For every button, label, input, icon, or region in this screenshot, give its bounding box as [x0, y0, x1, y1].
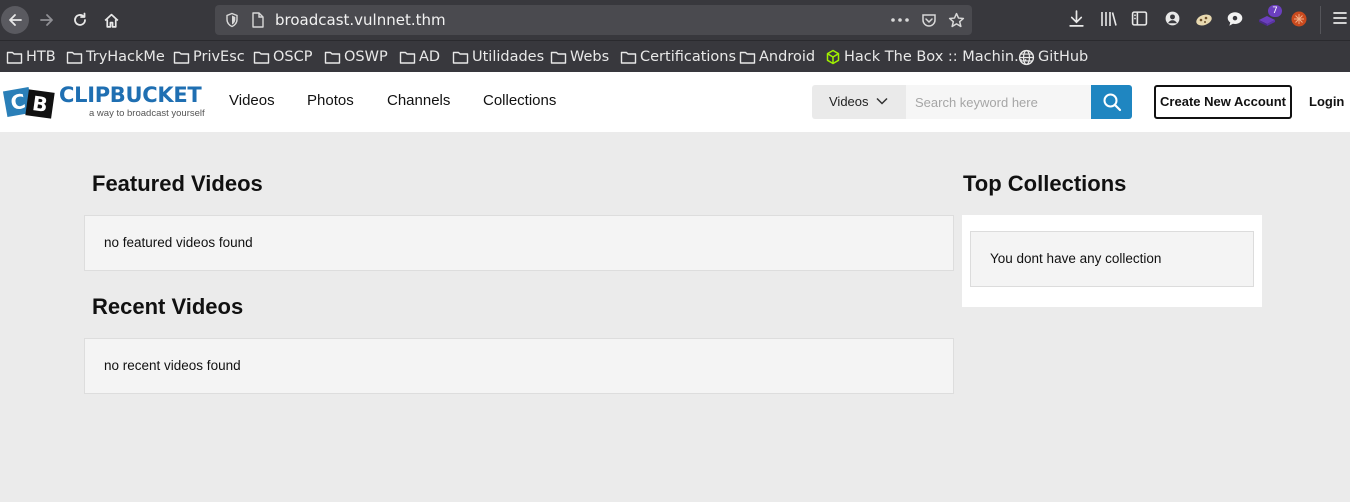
- folder-icon: [739, 51, 756, 64]
- extension-badge: 7: [1268, 5, 1282, 17]
- folder-icon: [66, 51, 83, 64]
- bookmark-folder-privesc[interactable]: PrivEsc: [173, 47, 245, 67]
- folder-icon: [452, 51, 469, 64]
- hackthebox-cube-icon: [826, 49, 840, 65]
- top-collections-panel: You dont have any collection: [962, 215, 1262, 307]
- bookmark-label: GitHub: [1038, 49, 1089, 65]
- reload-icon: [74, 12, 86, 26]
- browser-toolbar: broadcast.vulnnet.thm 7: [0, 0, 1350, 40]
- bookmark-label: OSWP: [344, 49, 388, 65]
- chat-bubble-icon[interactable]: [1226, 10, 1244, 28]
- folder-icon: [6, 51, 23, 64]
- bookmark-label: OSCP: [273, 49, 313, 65]
- bookmark-star-icon[interactable]: [948, 12, 965, 29]
- bookmark-folder-oscp[interactable]: OSCP: [253, 47, 313, 67]
- site-header: C B CLIPBUCKET a way to broadcast yourse…: [0, 72, 1350, 132]
- library-icon[interactable]: [1100, 10, 1118, 28]
- search-type-dropdown[interactable]: Videos: [812, 85, 906, 119]
- sidebar-toggle-icon[interactable]: [1131, 10, 1148, 27]
- bookmark-folder-tryhackme[interactable]: TryHackMe: [66, 47, 165, 67]
- collections-empty-message: You dont have any collection: [990, 251, 1162, 266]
- wappalyzer-extension-icon[interactable]: [1290, 10, 1308, 28]
- nav-photos[interactable]: Photos: [307, 92, 354, 109]
- search-icon: [1103, 93, 1121, 112]
- home-icon: [104, 13, 118, 28]
- bookmark-folder-oswp[interactable]: OSWP: [324, 47, 388, 67]
- top-collections-title: Top Collections: [963, 171, 1127, 196]
- url-text[interactable]: broadcast.vulnnet.thm: [275, 10, 446, 30]
- logo-wordmark: CLIPBUCKET: [59, 83, 202, 107]
- featured-videos-panel: no featured videos found: [84, 215, 954, 271]
- bookmarks-toolbar: HTB TryHackMe PrivEsc OSCP OSWP AD Utili…: [0, 40, 1350, 72]
- login-link[interactable]: Login: [1309, 94, 1344, 109]
- search-input[interactable]: [906, 85, 1091, 119]
- forward-button[interactable]: [33, 6, 61, 34]
- recent-videos-title: Recent Videos: [92, 294, 244, 319]
- bookmark-folder-ad[interactable]: AD: [399, 47, 440, 67]
- folder-icon: [324, 51, 341, 64]
- arrow-right-icon: [40, 14, 53, 26]
- folder-icon: [550, 51, 567, 64]
- hamburger-menu-icon[interactable]: [1333, 10, 1347, 26]
- tracking-shield-icon[interactable]: [224, 12, 240, 28]
- globe-icon: [1018, 49, 1035, 65]
- bookmark-folder-htb[interactable]: HTB: [6, 47, 56, 67]
- account-icon[interactable]: [1164, 10, 1181, 27]
- bookmark-hackthebox[interactable]: Hack The Box :: Machin...: [825, 47, 1028, 67]
- back-button[interactable]: [1, 6, 29, 34]
- arrow-left-icon: [9, 14, 22, 26]
- bookmark-folder-certifications[interactable]: Certifications: [620, 47, 736, 67]
- bookmark-folder-utilidades[interactable]: Utilidades: [452, 47, 544, 67]
- recent-empty-message: no recent videos found: [104, 358, 241, 373]
- bookmark-label: Utilidades: [472, 49, 545, 65]
- nav-videos[interactable]: Videos: [229, 92, 275, 109]
- page-info-icon[interactable]: [251, 12, 265, 28]
- clipbucket-logo[interactable]: C B CLIPBUCKET a way to broadcast yourse…: [2, 83, 210, 123]
- logo-letter-b: B: [25, 89, 55, 119]
- nav-collections[interactable]: Collections: [483, 92, 556, 109]
- folder-icon: [399, 51, 416, 64]
- logo-tagline: a way to broadcast yourself: [89, 108, 205, 119]
- page-actions-icon[interactable]: [891, 18, 909, 22]
- recent-videos-panel: no recent videos found: [84, 338, 954, 394]
- bookmark-folder-webs[interactable]: Webs: [550, 47, 609, 67]
- folder-icon: [253, 51, 270, 64]
- bookmark-label: PrivEsc: [193, 49, 245, 65]
- bookmark-label: HTB: [26, 49, 56, 65]
- folder-icon: [620, 51, 637, 64]
- bookmark-label: AD: [419, 49, 441, 65]
- bookmark-label: Webs: [570, 49, 610, 65]
- downloads-icon[interactable]: [1068, 10, 1085, 28]
- nav-channels[interactable]: Channels: [387, 92, 450, 109]
- cookie-extension-icon[interactable]: [1194, 10, 1214, 28]
- pocket-icon[interactable]: [921, 12, 937, 28]
- reload-button[interactable]: [66, 6, 94, 34]
- search-type-label: Videos: [829, 94, 869, 109]
- featured-videos-title: Featured Videos: [92, 171, 263, 196]
- home-button[interactable]: [97, 6, 125, 34]
- folder-icon: [173, 51, 190, 64]
- bookmark-github[interactable]: GitHub: [1018, 47, 1088, 67]
- search-button[interactable]: [1091, 85, 1132, 119]
- bookmark-folder-android[interactable]: Android: [739, 47, 815, 67]
- bookmark-label: Certifications: [640, 49, 737, 65]
- create-account-button[interactable]: Create New Account: [1154, 85, 1292, 119]
- url-bar[interactable]: broadcast.vulnnet.thm: [215, 5, 972, 35]
- bookmark-label: TryHackMe: [86, 49, 165, 65]
- collections-empty-box: You dont have any collection: [970, 231, 1254, 287]
- chevron-down-icon: [876, 97, 888, 105]
- bookmark-label: Hack The Box :: Machin...: [844, 49, 1028, 65]
- bookmark-label: Android: [759, 49, 816, 65]
- featured-empty-message: no featured videos found: [104, 235, 253, 250]
- toolbar-separator: [1320, 6, 1321, 34]
